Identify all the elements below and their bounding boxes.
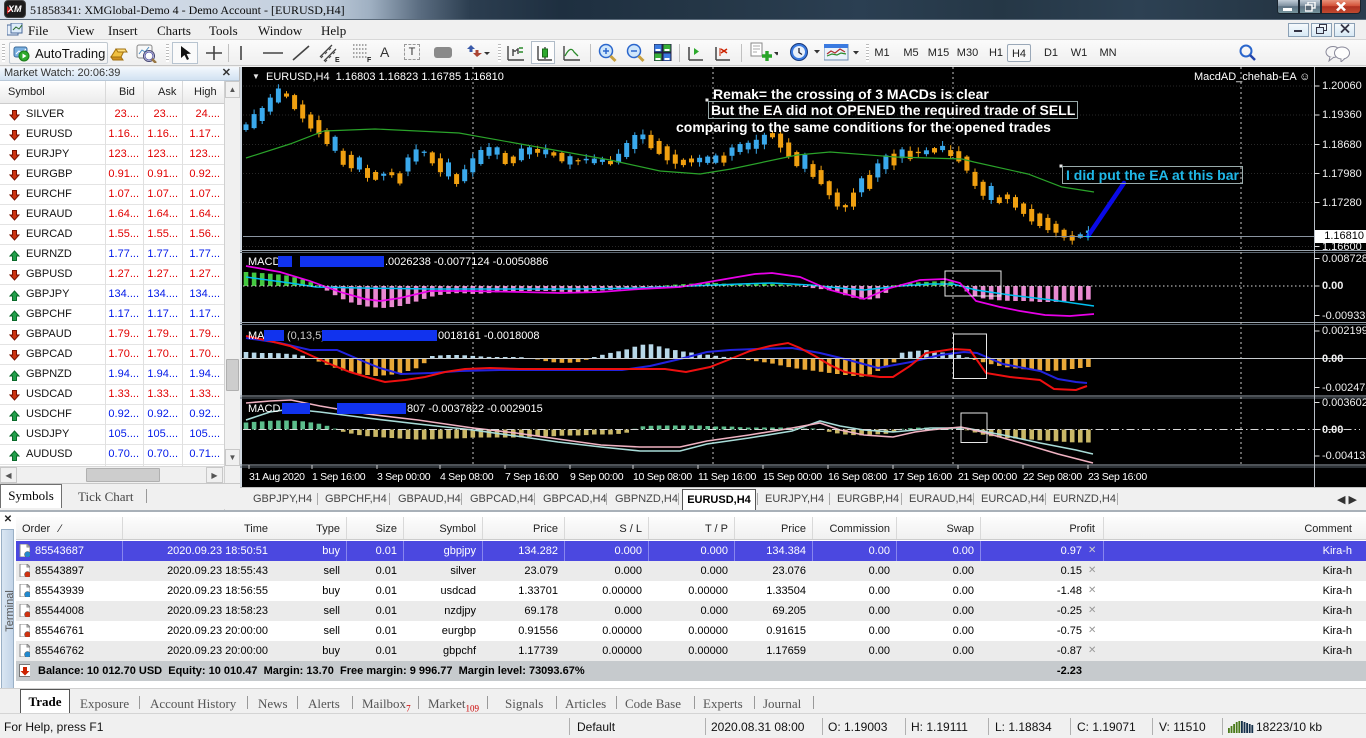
svg-text:F: F xyxy=(367,57,372,63)
svg-text:E: E xyxy=(335,57,340,63)
